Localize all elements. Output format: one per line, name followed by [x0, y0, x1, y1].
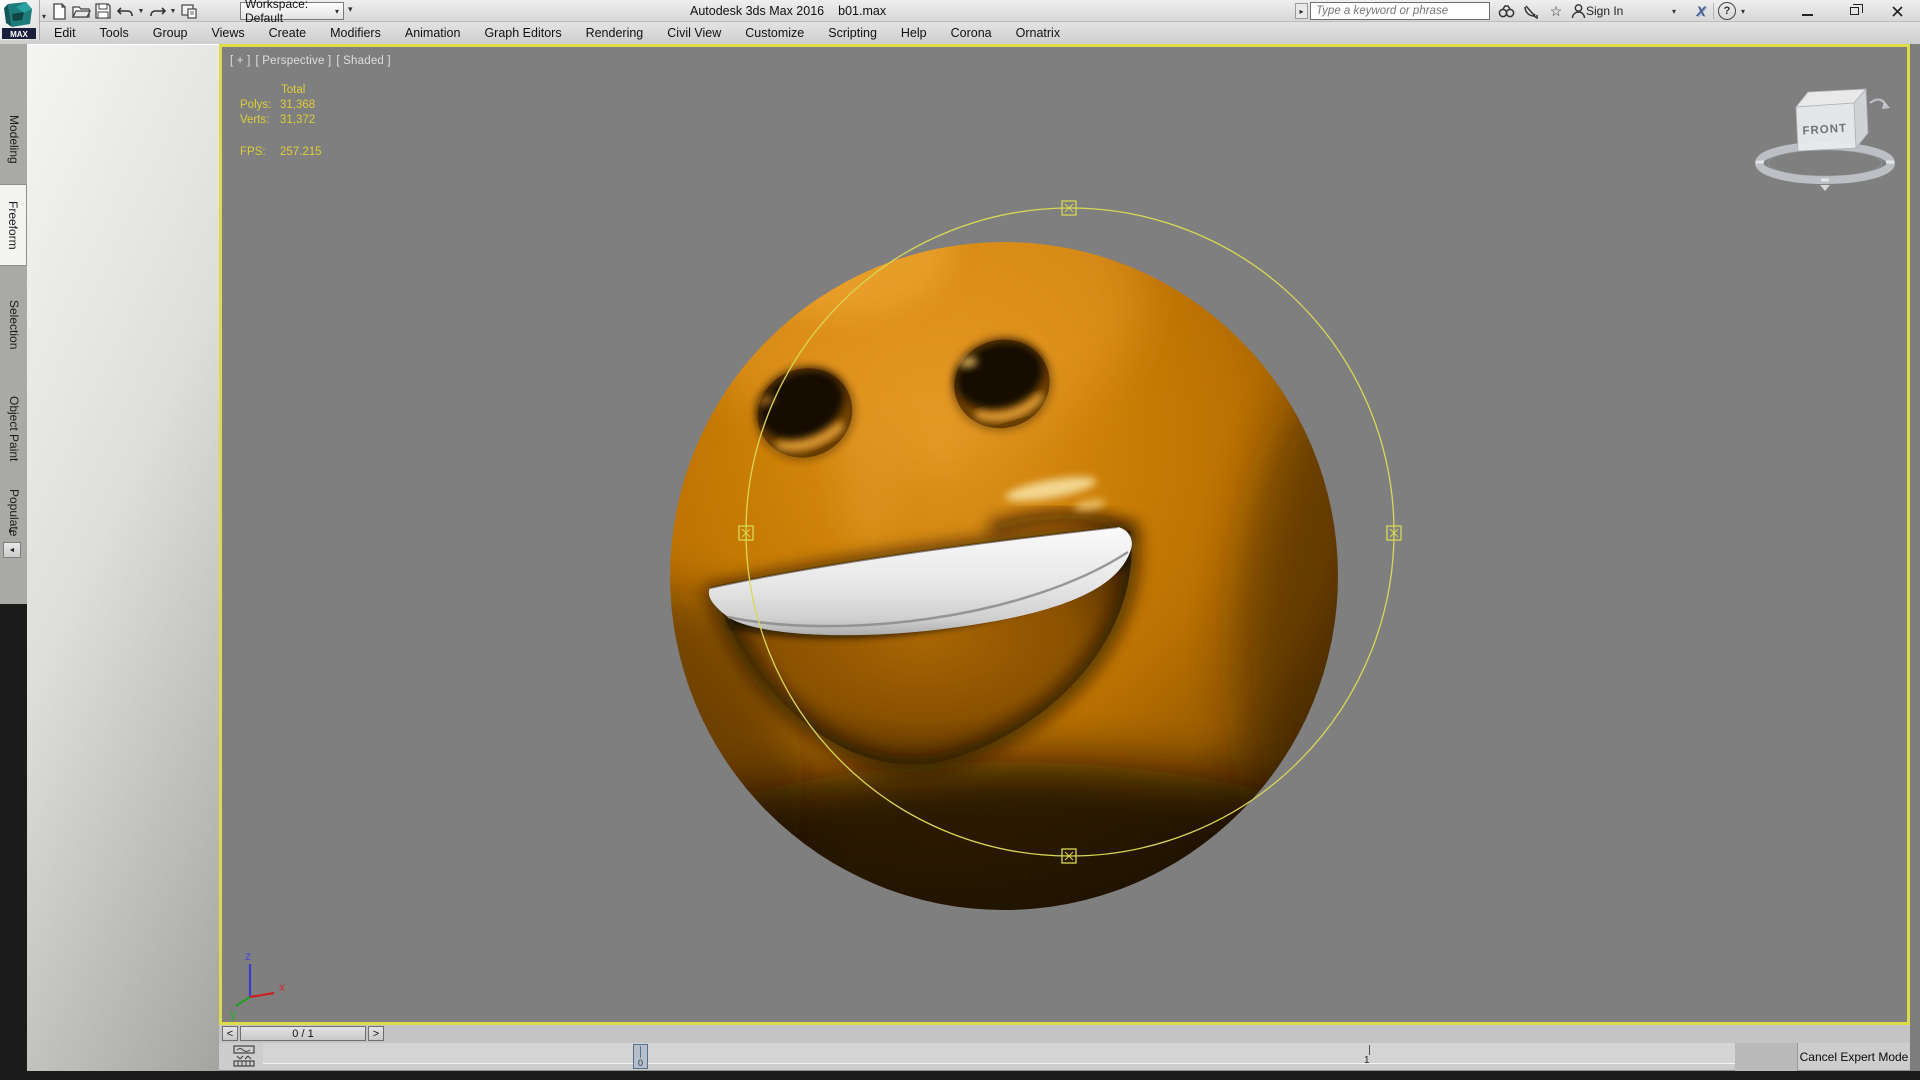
sign-in-button[interactable]: Sign In [1586, 0, 1623, 22]
viewport-canvas: FRONT z x y [230, 87, 1895, 1022]
quick-access-toolbar: ▼ ▼ [48, 0, 200, 22]
menu-rendering[interactable]: Rendering [574, 22, 656, 44]
smiley-model[interactable] [452, 147, 1572, 1022]
minimize-button[interactable] [1796, 3, 1818, 19]
application-menu-button[interactable]: MAX [0, 0, 40, 40]
favorites-star-icon[interactable]: ☆ [1546, 2, 1566, 20]
ribbon-expand-icon[interactable]: ▸ [9, 526, 13, 535]
axis-y-label: y [230, 1007, 236, 1021]
tab-object-paint[interactable]: Object Paint [0, 386, 27, 472]
new-scene-icon[interactable] [48, 1, 70, 21]
app-title: Autodesk 3ds Max 2016 [690, 4, 825, 18]
axis-x-label: x [279, 980, 285, 994]
undo-icon[interactable] [114, 1, 136, 21]
app-menu-caret-icon[interactable]: ▾ [42, 12, 46, 21]
sign-in-label: Sign In [1586, 4, 1624, 18]
redo-icon[interactable] [146, 1, 168, 21]
frame-counter[interactable]: 0 / 1 [240, 1026, 366, 1041]
menu-tools[interactable]: Tools [88, 22, 141, 44]
menu-edit[interactable]: Edit [42, 22, 88, 44]
search-flyout-icon[interactable]: ▸ [1295, 3, 1308, 19]
menu-views[interactable]: Views [199, 22, 256, 44]
tab-freeform[interactable]: Freeform [0, 184, 27, 266]
menu-group[interactable]: Group [141, 22, 200, 44]
menu-civil-view[interactable]: Civil View [655, 22, 733, 44]
track-bar-track[interactable] [263, 1043, 1735, 1064]
menu-scripting[interactable]: Scripting [816, 22, 889, 44]
workspace-dropdown[interactable]: Workspace: Default ▾ [240, 0, 344, 25]
perspective-viewport[interactable]: [ + ] [ Perspective ] [ Shaded ] Total P… [219, 44, 1910, 1025]
track-bar: 0 1 Cancel Expert Mode [219, 1043, 1910, 1071]
help-dropdown-icon[interactable]: ▾ [1741, 7, 1745, 16]
search-icon[interactable] [1496, 2, 1516, 20]
set-project-folder-icon[interactable] [178, 1, 200, 21]
file-name: b01.max [838, 4, 887, 18]
menu-animation[interactable]: Animation [393, 22, 473, 44]
toolbar-overflow-icon[interactable]: ▾ [348, 4, 353, 15]
tab-modeling[interactable]: Modeling [0, 104, 27, 174]
exchange-apps-icon[interactable]: X [1690, 1, 1712, 21]
tab-populate[interactable]: Populate [0, 482, 27, 544]
menu-bar: Edit Tools Group Views Create Modifiers … [0, 22, 1920, 44]
time-slider-frame: 0 [637, 1058, 643, 1068]
trackbar-end-cap [1735, 1043, 1797, 1071]
divider [1797, 1043, 1798, 1071]
divider [1713, 3, 1714, 19]
tab-selection[interactable]: Selection [0, 290, 27, 360]
sign-in-dropdown-icon[interactable]: ▾ [1672, 7, 1676, 16]
search-input[interactable] [1310, 2, 1490, 20]
user-icon[interactable] [1568, 2, 1588, 20]
undo-dropdown-icon[interactable]: ▼ [136, 8, 146, 15]
menu-ornatrix[interactable]: Ornatrix [1004, 22, 1072, 44]
world-axis-gizmo: z x y [230, 949, 285, 1021]
viewcube[interactable]: FRONT [1755, 87, 1895, 191]
cancel-expert-mode-button[interactable]: Cancel Expert Mode [1799, 1043, 1909, 1071]
title-bar: ▼ ▼ Workspace: Default ▾ ▾ Autodesk 3ds … [0, 0, 1920, 25]
redo-dropdown-icon[interactable]: ▼ [168, 8, 178, 15]
help-icon[interactable]: ? [1718, 2, 1736, 20]
ribbon-panel-area [27, 44, 219, 1071]
window-title: Autodesk 3ds Max 2016 b01.max [690, 0, 886, 22]
window-bottom-edge [0, 1071, 1920, 1080]
time-slider-handle[interactable]: 0 [633, 1044, 648, 1069]
open-mini-trackbar-icon[interactable] [233, 1045, 257, 1073]
ribbon-tab-strip: Modeling Freeform Selection Object Paint… [0, 44, 27, 604]
restore-button[interactable] [1843, 3, 1865, 19]
save-file-icon[interactable] [92, 1, 114, 21]
communication-center-icon[interactable] [1521, 2, 1541, 20]
menu-graph-editors[interactable]: Graph Editors [472, 22, 573, 44]
axis-z-label: z [245, 949, 251, 963]
previous-frame-button[interactable]: < [222, 1026, 238, 1041]
next-frame-button[interactable]: > [368, 1026, 384, 1041]
ribbon-collapse-button[interactable]: ◄ [3, 542, 21, 558]
timeline-bar: < 0 / 1 > [219, 1025, 1910, 1043]
window-edge [1910, 44, 1920, 1071]
svg-text:MAX: MAX [10, 30, 28, 39]
menu-help[interactable]: Help [889, 22, 939, 44]
end-frame-tick [1369, 1045, 1370, 1055]
end-frame-label: 1 [1364, 1055, 1370, 1066]
open-file-icon[interactable] [70, 1, 92, 21]
menu-customize[interactable]: Customize [733, 22, 816, 44]
menu-modifiers[interactable]: Modifiers [318, 22, 393, 44]
menu-create[interactable]: Create [257, 22, 319, 44]
chevron-down-icon: ▾ [334, 6, 339, 16]
menu-corona[interactable]: Corona [939, 22, 1004, 44]
close-button[interactable] [1886, 3, 1908, 19]
